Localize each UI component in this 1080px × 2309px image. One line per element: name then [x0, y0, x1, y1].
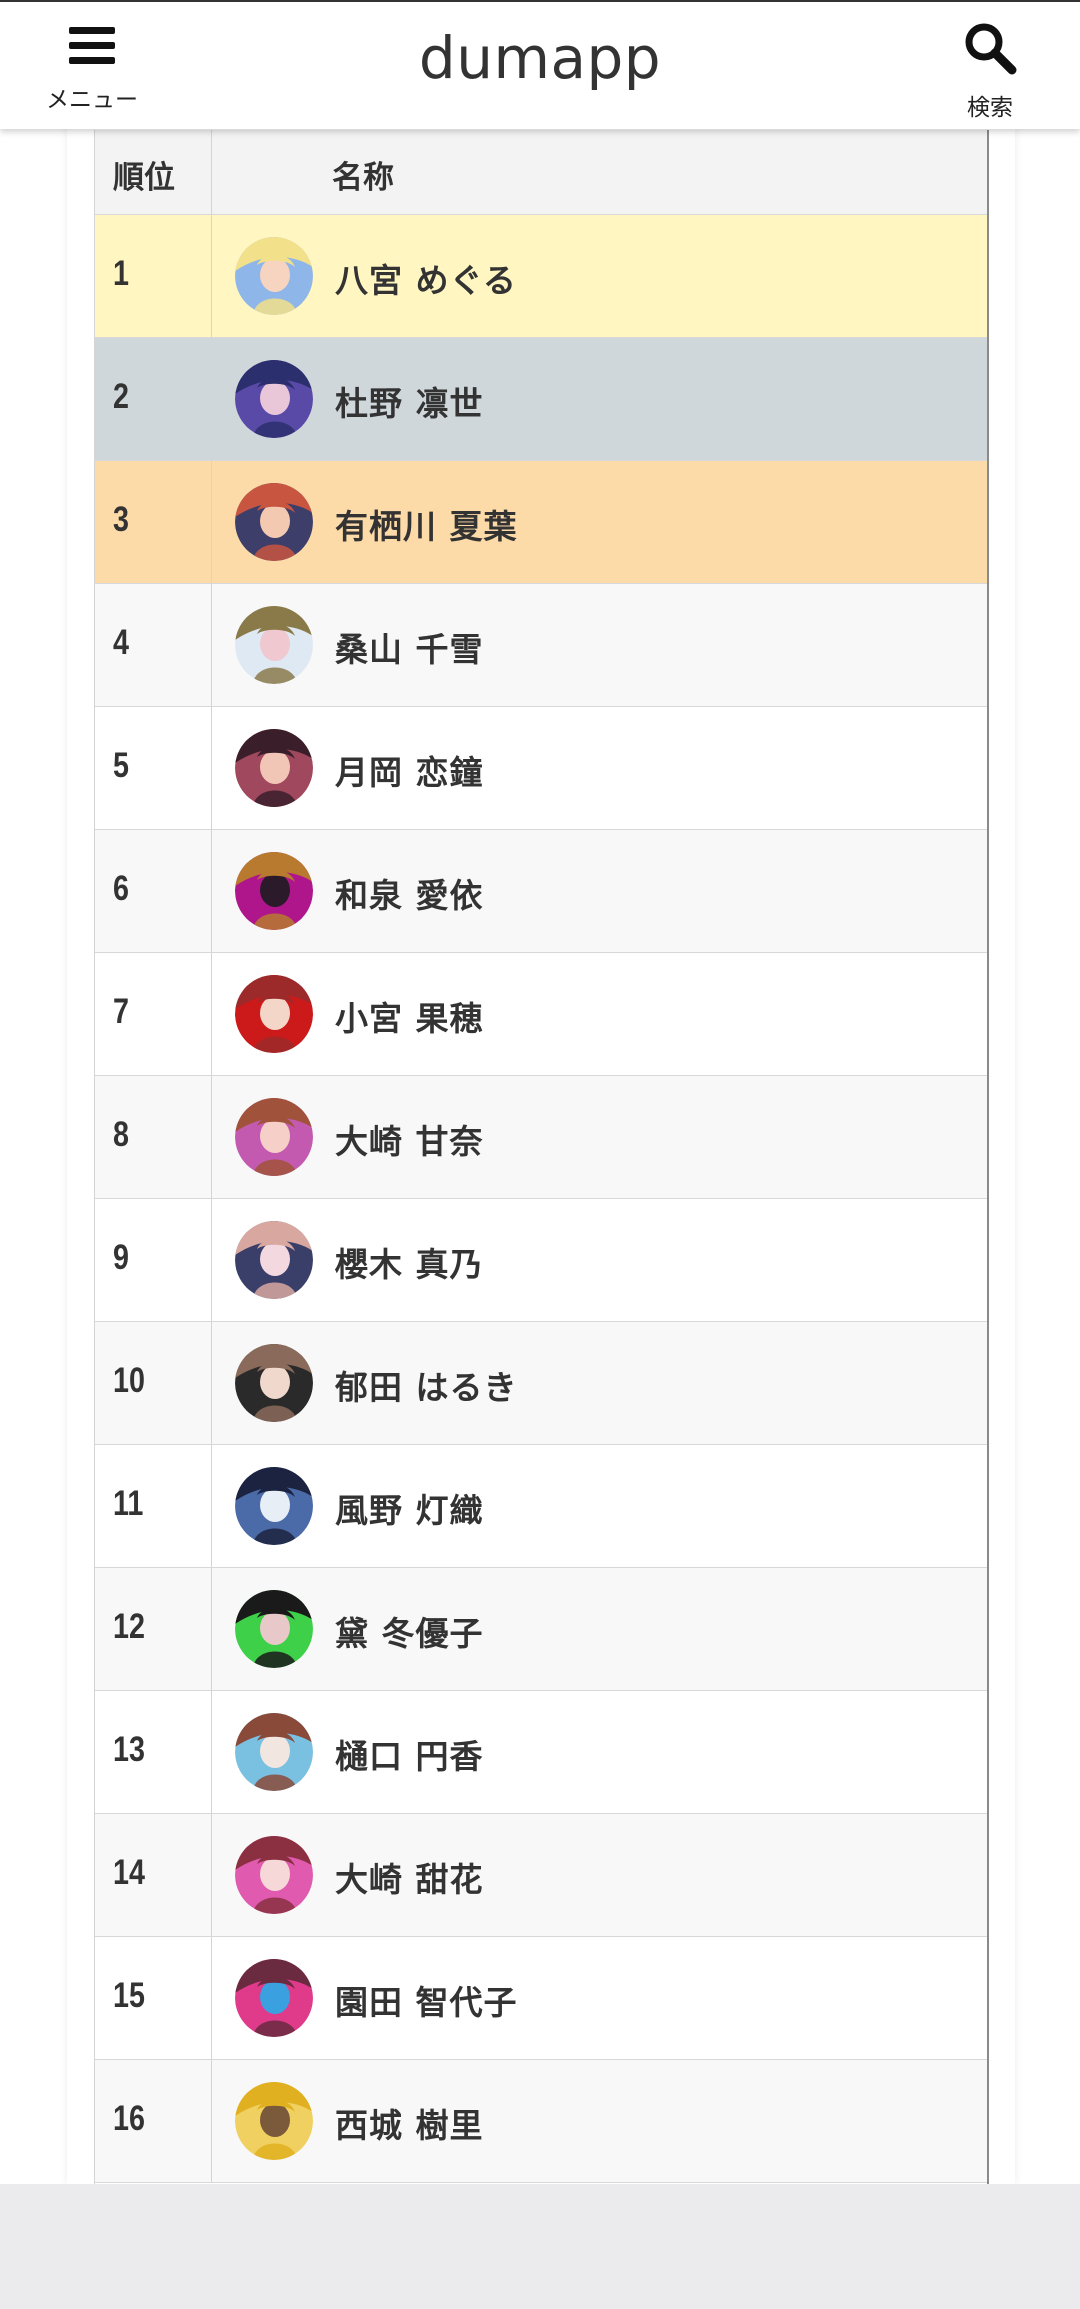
avatar[interactable]	[235, 1713, 313, 1791]
search-button[interactable]: 検索	[940, 2, 1040, 128]
ranking-table: 順位 名称 1 八宮 めぐる 2 杜野 凛世 3 有栖川 夏葉 4 桑山 千雪 5 月岡 恋鐘 6 和…	[94, 130, 989, 2184]
rank-number: 12	[113, 1607, 145, 1646]
table-row[interactable]: 4 桑山 千雪	[95, 584, 987, 707]
character-name[interactable]: 園田 智代子	[335, 1976, 518, 2024]
rank-number: 10	[113, 1361, 145, 1400]
character-name[interactable]: 有栖川 夏葉	[335, 500, 518, 548]
avatar[interactable]	[235, 483, 313, 561]
rank-cell: 15	[95, 1937, 212, 2059]
character-name[interactable]: 大崎 甘奈	[335, 1115, 484, 1163]
rank-cell: 11	[95, 1445, 212, 1567]
table-row[interactable]: 7 小宮 果穂	[95, 953, 987, 1076]
rank-cell: 16	[95, 2060, 212, 2182]
table-row[interactable]: 6 和泉 愛依	[95, 830, 987, 953]
table-row[interactable]: 2 杜野 凛世	[95, 338, 987, 461]
rank-number: 15	[113, 1976, 145, 2015]
rank-column-header: 順位	[113, 160, 175, 196]
avatar[interactable]	[235, 1959, 313, 2037]
rank-number: 9	[113, 1238, 129, 1277]
rank-number: 11	[113, 1484, 144, 1523]
character-name[interactable]: 桑山 千雪	[335, 623, 484, 671]
rank-cell: 8	[95, 1076, 212, 1198]
character-name[interactable]: 小宮 果穂	[335, 992, 484, 1040]
avatar[interactable]	[235, 360, 313, 438]
rank-cell: 3	[95, 461, 212, 583]
search-label: 検索	[967, 95, 1013, 121]
avatar[interactable]	[235, 1344, 313, 1422]
rank-cell: 12	[95, 1568, 212, 1690]
table-row[interactable]: 11 風野 灯織	[95, 1445, 987, 1568]
avatar[interactable]	[235, 1590, 313, 1668]
rank-number: 2	[113, 377, 129, 416]
rank-cell: 10	[95, 1322, 212, 1444]
avatar[interactable]	[235, 975, 313, 1053]
rank-number: 16	[113, 2099, 145, 2138]
table-row[interactable]: 15 園田 智代子	[95, 1937, 987, 2060]
table-row[interactable]: 13 樋口 円香	[95, 1691, 987, 1814]
avatar[interactable]	[235, 1098, 313, 1176]
rank-number: 14	[113, 1853, 145, 1892]
table-header-row: 順位 名称	[95, 130, 987, 215]
rank-cell: 14	[95, 1814, 212, 1936]
avatar[interactable]	[235, 729, 313, 807]
character-name[interactable]: 杜野 凛世	[335, 377, 484, 425]
table-row[interactable]: 16 西城 樹里	[95, 2060, 987, 2183]
rank-number: 7	[113, 992, 129, 1031]
app-title[interactable]: dumapp	[0, 24, 1080, 92]
table-row[interactable]: 9 櫻木 真乃	[95, 1199, 987, 1322]
rank-cell: 13	[95, 1691, 212, 1813]
rank-cell: 7	[95, 953, 212, 1075]
search-icon	[965, 23, 1017, 75]
avatar[interactable]	[235, 1221, 313, 1299]
content-card: 順位 名称 1 八宮 めぐる 2 杜野 凛世 3 有栖川 夏葉 4 桑山 千雪 5 月岡 恋鐘 6 和…	[67, 0, 1015, 2184]
rank-cell: 6	[95, 830, 212, 952]
character-name[interactable]: 黛 冬優子	[335, 1607, 484, 1655]
rank-number: 4	[113, 623, 129, 662]
rank-cell: 5	[95, 707, 212, 829]
character-name[interactable]: 西城 樹里	[335, 2099, 484, 2147]
page-footer-area	[0, 2184, 1080, 2309]
table-row[interactable]: 1 八宮 めぐる	[95, 215, 987, 338]
name-column-header: 名称	[332, 160, 394, 196]
table-row[interactable]: 8 大崎 甘奈	[95, 1076, 987, 1199]
avatar[interactable]	[235, 237, 313, 315]
avatar[interactable]	[235, 606, 313, 684]
character-name[interactable]: 樋口 円香	[335, 1730, 484, 1778]
table-row[interactable]: 10 郁田 はるき	[95, 1322, 987, 1445]
character-name[interactable]: 八宮 めぐる	[335, 254, 517, 302]
table-row[interactable]: 3 有栖川 夏葉	[95, 461, 987, 584]
table-row[interactable]: 14 大崎 甜花	[95, 1814, 987, 1937]
table-row[interactable]: 5 月岡 恋鐘	[95, 707, 987, 830]
rank-cell: 2	[95, 338, 212, 460]
character-name[interactable]: 和泉 愛依	[335, 869, 484, 917]
character-name[interactable]: 櫻木 真乃	[335, 1238, 484, 1286]
character-name[interactable]: 月岡 恋鐘	[335, 746, 484, 794]
avatar[interactable]	[235, 852, 313, 930]
character-name[interactable]: 風野 灯織	[335, 1484, 484, 1532]
rank-number: 3	[113, 500, 129, 539]
top-app-bar: メニュー dumapp 検索	[0, 0, 1080, 129]
avatar[interactable]	[235, 1467, 313, 1545]
rank-number: 1	[113, 254, 129, 293]
avatar[interactable]	[235, 1836, 313, 1914]
rank-number: 6	[113, 869, 129, 908]
table-row[interactable]: 12 黛 冬優子	[95, 1568, 987, 1691]
rank-cell: 9	[95, 1199, 212, 1321]
character-name[interactable]: 大崎 甜花	[335, 1853, 484, 1901]
rank-number: 5	[113, 746, 129, 785]
rank-header-cell: 順位	[95, 130, 212, 214]
rank-number: 13	[113, 1730, 145, 1769]
rank-cell: 4	[95, 584, 212, 706]
character-name[interactable]: 郁田 はるき	[335, 1361, 518, 1409]
avatar[interactable]	[235, 2082, 313, 2160]
rank-number: 8	[113, 1115, 129, 1154]
rank-cell: 1	[95, 215, 212, 337]
